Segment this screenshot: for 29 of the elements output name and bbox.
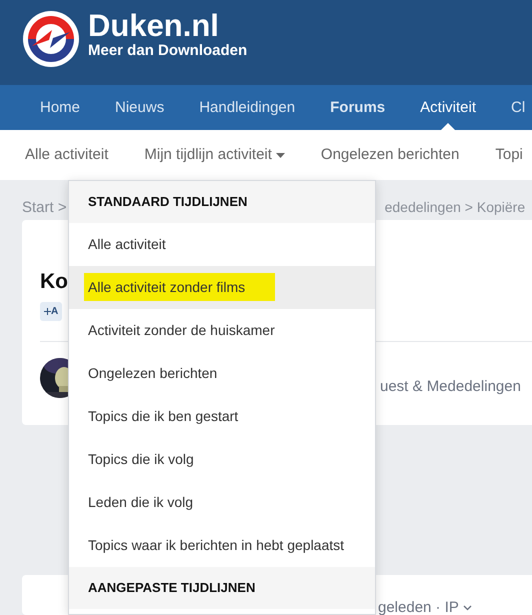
site-tagline: Meer dan Downloaden bbox=[88, 42, 248, 60]
nav-tab[interactable]: Forums bbox=[330, 85, 386, 130]
subnav-link[interactable]: Alle activiteit bbox=[25, 130, 108, 180]
menu-section-header: AANGEPASTE TIJDLIJNEN bbox=[69, 567, 375, 609]
logo-icon[interactable] bbox=[22, 10, 80, 68]
post-meta[interactable]: geleden · IP bbox=[378, 597, 472, 615]
tag-label[interactable]: A bbox=[40, 302, 62, 321]
menu-section-header: STANDAARD TIJDLIJNEN bbox=[69, 181, 375, 223]
site-title[interactable]: Duken.nl bbox=[88, 10, 248, 42]
menu-item[interactable]: Alle activiteit bbox=[69, 223, 375, 266]
nav-tab[interactable]: Nieuws bbox=[115, 85, 164, 130]
menu-item[interactable]: Ongelezen berichten bbox=[69, 352, 375, 395]
topic-title: Ko bbox=[40, 269, 68, 295]
nav-tab[interactable]: Home bbox=[40, 85, 80, 130]
chevron-down-icon bbox=[462, 605, 472, 612]
breadcrumb-text: ededelingen > Kopiëre bbox=[384, 198, 526, 217]
menu-item[interactable]: Topics waar ik berichten in hebt geplaatst bbox=[69, 524, 375, 567]
forum-text: uest & Mededelingen bbox=[380, 376, 521, 396]
menu-item[interactable]: Topics die ik volg bbox=[69, 438, 375, 481]
menu-item[interactable]: Alle activiteit zonder films bbox=[69, 266, 375, 309]
menu-item[interactable]: Activiteit zonder de huiskamer bbox=[69, 309, 375, 352]
subnav-link[interactable]: Topi bbox=[495, 130, 523, 180]
menu-item[interactable]: Leden die ik volg bbox=[69, 481, 375, 524]
nav-tab[interactable]: Handleidingen bbox=[199, 85, 296, 130]
subnav-link[interactable]: Ongelezen berichten bbox=[320, 130, 460, 180]
menu-item[interactable]: Topics die ik ben gestart bbox=[69, 395, 375, 438]
plus-icon bbox=[44, 308, 51, 315]
subnav-link[interactable]: Mijn tijdlijn activiteit bbox=[144, 130, 285, 180]
nav-tab[interactable]: Cl bbox=[511, 85, 526, 130]
